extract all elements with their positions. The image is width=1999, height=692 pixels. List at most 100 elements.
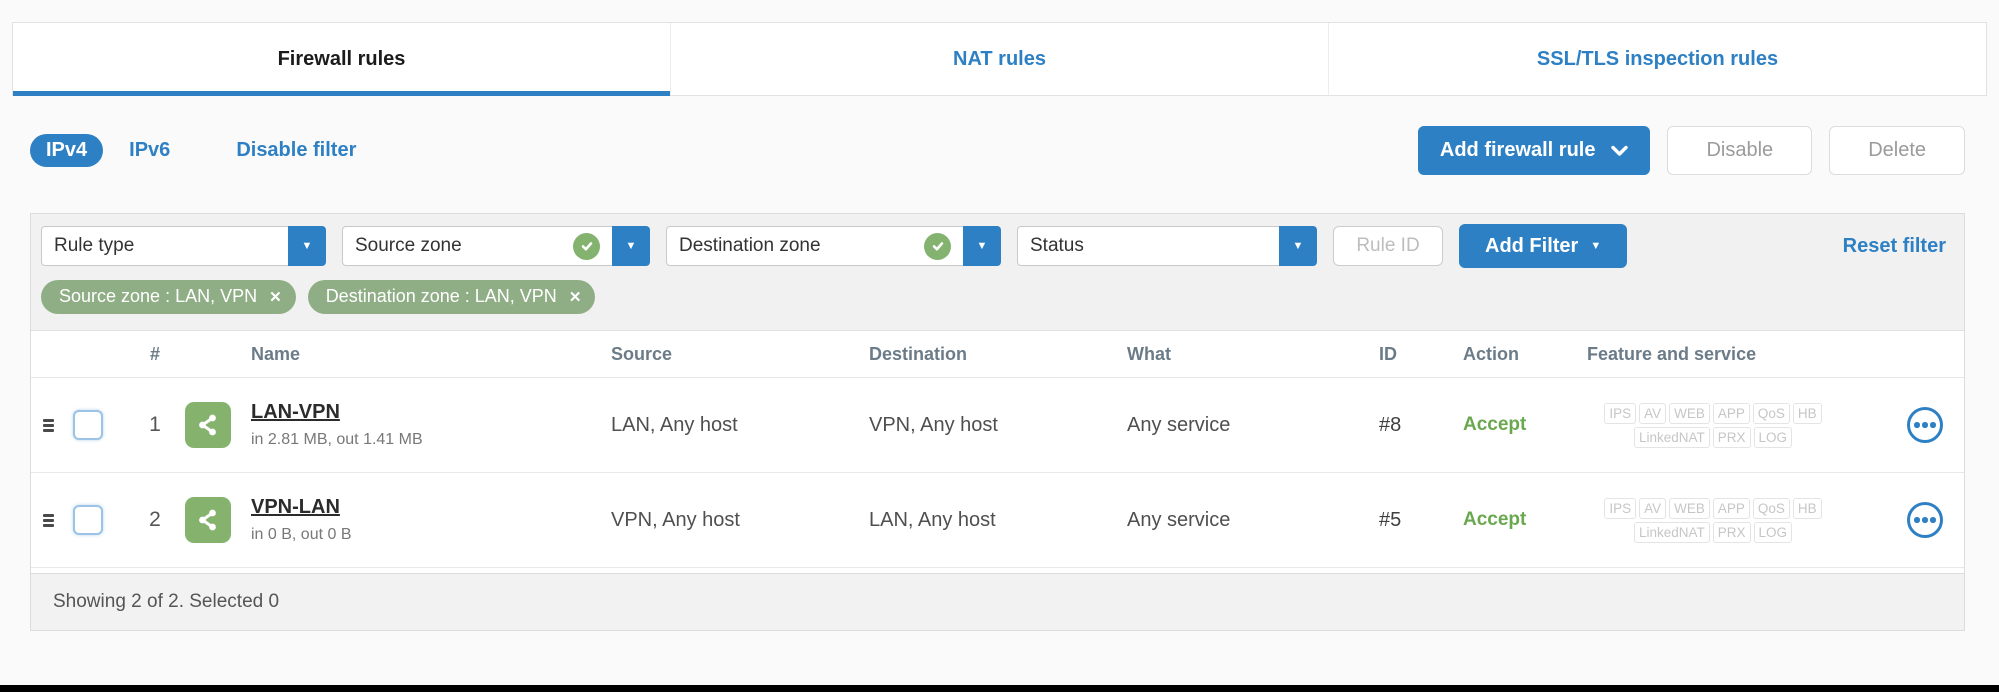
disable-filter-link[interactable]: Disable filter: [236, 139, 356, 162]
feature-badge: WEB: [1669, 403, 1710, 424]
header-feature-and-service: Feature and service: [1587, 344, 1907, 365]
dropdown-arrow-icon: ▼: [963, 226, 1001, 266]
destination-zone-dropdown[interactable]: Destination zone ▼: [666, 226, 1001, 266]
header-action: Action: [1463, 344, 1587, 365]
status-dropdown-value: Status: [1017, 226, 1279, 266]
feature-badge: APP: [1713, 403, 1750, 424]
table-header: # Name Source Destination What ID Action…: [31, 330, 1964, 378]
chip-source-zone: Source zone : LAN, VPN ✕: [41, 280, 296, 314]
header-what: What: [1127, 344, 1379, 365]
rule-destination: VPN, Any host: [869, 414, 1127, 437]
status-label: Status: [1030, 235, 1084, 257]
rule-type-label: Rule type: [54, 235, 134, 257]
feature-badge: PRX: [1713, 522, 1751, 543]
drag-handle-icon[interactable]: [43, 514, 73, 527]
rule-id: #5: [1379, 509, 1463, 532]
feature-badge: IPS: [1604, 403, 1636, 424]
feature-badge: PRX: [1713, 427, 1751, 448]
chip-destination-zone-label: Destination zone : LAN, VPN: [326, 286, 557, 307]
active-tab-indicator: [13, 91, 670, 96]
rule-what: Any service: [1127, 509, 1379, 532]
rule-share-icon: [185, 497, 231, 543]
table-row: 1 LAN-VPN in 2.81 MB, out 1.41 MB LAN, A…: [31, 378, 1964, 473]
rule-type-dropdown-value: Rule type: [41, 226, 288, 266]
reset-filter-link[interactable]: Reset filter: [1843, 235, 1954, 258]
tab-ssl-tls-inspection-rules[interactable]: SSL/TLS inspection rules: [1328, 23, 1986, 95]
tab-nat-rules[interactable]: NAT rules: [670, 23, 1328, 95]
status-dropdown[interactable]: Status ▼: [1017, 226, 1317, 266]
active-filter-chips: Source zone : LAN, VPN ✕ Destination zon…: [31, 276, 1964, 330]
chevron-down-icon: ▼: [1590, 240, 1601, 252]
source-zone-dropdown[interactable]: Source zone ▼: [342, 226, 650, 266]
tab-ssl-tls-label: SSL/TLS inspection rules: [1537, 48, 1778, 71]
row-number: 2: [125, 508, 185, 532]
rule-action: Accept: [1463, 509, 1587, 531]
chip-source-zone-label: Source zone : LAN, VPN: [59, 286, 257, 307]
feature-badge: QoS: [1753, 403, 1790, 424]
disable-button[interactable]: Disable: [1667, 126, 1812, 175]
add-firewall-rule-button[interactable]: Add firewall rule: [1418, 126, 1651, 175]
toolbar: IPv4 IPv6 Disable filter Add firewall ru…: [30, 126, 1965, 175]
rule-share-icon: [185, 402, 231, 448]
rule-traffic-stats: in 0 B, out 0 B: [251, 526, 611, 544]
dropdown-arrow-icon: ▼: [288, 226, 326, 266]
feature-badge: WEB: [1669, 498, 1710, 519]
chevron-down-icon: [1611, 145, 1628, 157]
table-footer-status: Showing 2 of 2. Selected 0: [31, 573, 1964, 630]
rule-action: Accept: [1463, 414, 1587, 436]
rule-id-input[interactable]: [1333, 226, 1443, 266]
row-menu-ellipsis-icon[interactable]: [1907, 407, 1943, 443]
destination-zone-dropdown-value: Destination zone: [666, 226, 963, 266]
row-checkbox[interactable]: [73, 410, 103, 440]
rule-name-link[interactable]: LAN-VPN: [251, 401, 611, 424]
row-checkbox[interactable]: [73, 505, 103, 535]
feature-badge: LOG: [1754, 427, 1793, 448]
feature-badges: IPS AV WEB APP QoS HB LinkedNAT PRX LOG: [1587, 498, 1839, 543]
header-name: Name: [251, 344, 611, 365]
tab-nat-rules-label: NAT rules: [953, 48, 1046, 71]
feature-badge: AV: [1639, 403, 1666, 424]
delete-button[interactable]: Delete: [1829, 126, 1965, 175]
row-menu-ellipsis-icon[interactable]: [1907, 502, 1943, 538]
header-id: ID: [1379, 344, 1463, 365]
filter-bar: Rule type ▼ Source zone ▼ Destination zo…: [31, 214, 1964, 276]
chip-destination-zone: Destination zone : LAN, VPN ✕: [308, 280, 596, 314]
tab-firewall-rules[interactable]: Firewall rules: [13, 23, 670, 95]
feature-badge: APP: [1713, 498, 1750, 519]
chip-close-icon[interactable]: ✕: [269, 288, 282, 306]
source-zone-label: Source zone: [355, 235, 462, 257]
feature-badge: HB: [1793, 498, 1822, 519]
rule-traffic-stats: in 2.81 MB, out 1.41 MB: [251, 431, 611, 449]
feature-badge: HB: [1793, 403, 1822, 424]
firewall-rules-page: Firewall rules NAT rules SSL/TLS inspect…: [0, 22, 1999, 692]
add-filter-button[interactable]: Add Filter ▼: [1459, 224, 1627, 268]
toolbar-actions: Add firewall rule Disable Delete: [1418, 126, 1965, 175]
feature-badge: LinkedNAT: [1634, 427, 1710, 448]
table-row: 2 VPN-LAN in 0 B, out 0 B VPN, Any host …: [31, 473, 1964, 568]
rules-panel: Rule type ▼ Source zone ▼ Destination zo…: [30, 213, 1965, 631]
row-number: 1: [125, 413, 185, 437]
feature-badge: AV: [1639, 498, 1666, 519]
chip-close-icon[interactable]: ✕: [569, 288, 582, 306]
rule-destination: LAN, Any host: [869, 509, 1127, 532]
header-source: Source: [611, 344, 869, 365]
drag-handle-icon[interactable]: [43, 419, 73, 432]
window-bottom-edge: [0, 685, 1999, 692]
rule-source: VPN, Any host: [611, 509, 869, 532]
filter-applied-check-icon: [573, 233, 600, 260]
rule-source: LAN, Any host: [611, 414, 869, 437]
rule-id: #8: [1379, 414, 1463, 437]
ipv6-toggle[interactable]: IPv6: [129, 139, 170, 162]
ipv4-toggle[interactable]: IPv4: [30, 134, 103, 167]
rule-name-link[interactable]: VPN-LAN: [251, 496, 611, 519]
feature-badge: LOG: [1754, 522, 1793, 543]
add-firewall-rule-label: Add firewall rule: [1440, 139, 1596, 162]
rule-type-dropdown[interactable]: Rule type ▼: [41, 226, 326, 266]
rule-tabs: Firewall rules NAT rules SSL/TLS inspect…: [12, 22, 1987, 96]
add-filter-label: Add Filter: [1485, 235, 1578, 258]
tab-firewall-rules-label: Firewall rules: [278, 48, 406, 71]
dropdown-arrow-icon: ▼: [1279, 226, 1317, 266]
header-number: #: [125, 344, 185, 365]
feature-badges: IPS AV WEB APP QoS HB LinkedNAT PRX LOG: [1587, 403, 1839, 448]
destination-zone-label: Destination zone: [679, 235, 821, 257]
